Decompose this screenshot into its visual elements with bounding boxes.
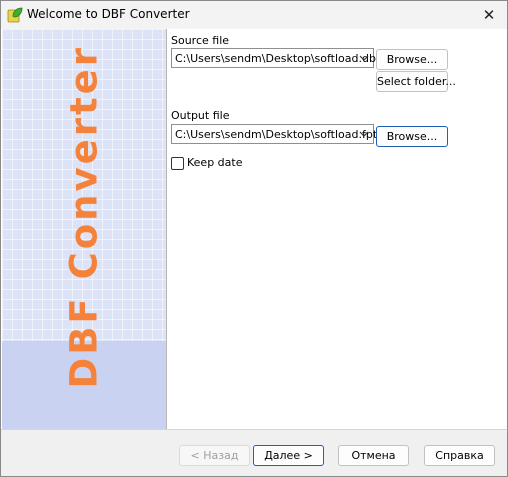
sidebar-banner: DBF Converter bbox=[2, 29, 166, 429]
source-file-combo[interactable]: C:\Users\sendm\Desktop\softload.db bbox=[171, 48, 376, 68]
help-button[interactable]: Справка bbox=[424, 445, 495, 466]
keep-date-label[interactable]: Keep date bbox=[187, 156, 242, 169]
select-folder-button[interactable]: Select folder... bbox=[376, 71, 456, 92]
back-button[interactable]: < Назад bbox=[179, 445, 250, 466]
app-leaf-icon bbox=[7, 7, 23, 23]
wizard-footer: < Назад Далее > Отмена Справка bbox=[1, 429, 507, 476]
brand-text: DBF Converter bbox=[62, 45, 106, 389]
output-file-label: Output file bbox=[171, 109, 230, 122]
output-file-combo[interactable]: C:\Users\sendm\Desktop\softload.fpt bbox=[171, 124, 378, 144]
keep-date-checkbox[interactable] bbox=[171, 157, 184, 170]
output-file-value: C:\Users\sendm\Desktop\softload.fpt bbox=[175, 128, 378, 141]
dialog-window: Welcome to DBF Converter ✕ DBF Converter… bbox=[0, 0, 508, 477]
cancel-button[interactable]: Отмена bbox=[338, 445, 409, 466]
window-title: Welcome to DBF Converter bbox=[27, 7, 190, 21]
chevron-down-icon[interactable] bbox=[357, 51, 371, 65]
close-icon: ✕ bbox=[482, 6, 496, 24]
title-bar[interactable]: Welcome to DBF Converter ✕ bbox=[1, 1, 507, 29]
chevron-down-icon[interactable] bbox=[357, 127, 371, 141]
source-browse-button[interactable]: Browse... bbox=[376, 49, 448, 70]
output-browse-button[interactable]: Browse... bbox=[376, 126, 448, 147]
close-button[interactable]: ✕ bbox=[471, 1, 507, 29]
source-file-label: Source file bbox=[171, 34, 230, 47]
source-file-value: C:\Users\sendm\Desktop\softload.db bbox=[175, 52, 376, 65]
next-button[interactable]: Далее > bbox=[253, 445, 324, 466]
content-panel: Source file C:\Users\sendm\Desktop\softl… bbox=[166, 29, 507, 429]
